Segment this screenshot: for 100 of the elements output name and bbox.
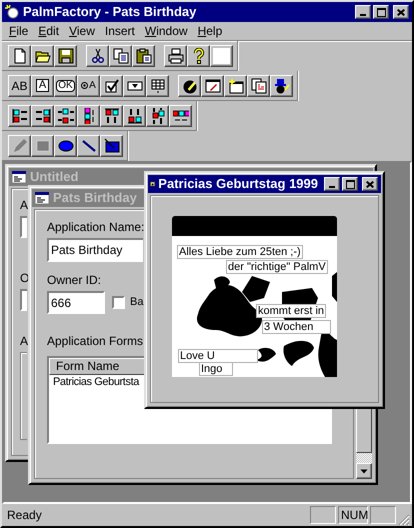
- window-icon: [4, 4, 20, 20]
- toolbar-button[interactable]: A: [31, 74, 54, 96]
- toolbar-button[interactable]: [270, 74, 293, 96]
- checkbox-label: Ba: [130, 295, 144, 310]
- input-field[interactable]: 666: [47, 291, 105, 314]
- bitmap-icon: [104, 138, 120, 154]
- maximize-icon: [346, 180, 354, 188]
- toolbar-button[interactable]: [8, 44, 31, 66]
- window-pencil-icon: [204, 78, 220, 94]
- window-title: Pats Birthday: [53, 189, 137, 208]
- close-button[interactable]: [393, 5, 409, 19]
- printer-icon: [168, 48, 184, 64]
- form-label: Love U: [178, 349, 258, 363]
- minimize-button[interactable]: [324, 177, 340, 191]
- toolbar-button[interactable]: [109, 44, 132, 66]
- new-file-icon: [12, 48, 28, 64]
- window-title: Patricias Geburtstag 1999: [158, 175, 318, 194]
- window-title: Untitled: [30, 168, 78, 186]
- pencil-disc-icon: [182, 78, 198, 94]
- field-label: Application Name:: [47, 220, 144, 234]
- toolbar-button[interactable]: [169, 104, 192, 126]
- menu-item[interactable]: Help: [192, 22, 228, 40]
- down-arrow-icon: [360, 468, 368, 474]
- form-label: kommt erst in: [256, 304, 326, 318]
- menu-item[interactable]: Insert: [100, 22, 140, 40]
- toolbar-button[interactable]: [54, 104, 77, 126]
- input-field[interactable]: [20, 216, 27, 238]
- toolbar-button[interactable]: [54, 44, 77, 66]
- toolbar-button[interactable]: [132, 44, 155, 66]
- pencil-icon: [12, 138, 28, 154]
- maximize-button[interactable]: [373, 5, 389, 19]
- toolbar-button[interactable]: [224, 74, 247, 96]
- checkbox[interactable]: [112, 296, 125, 309]
- toolbar-button[interactable]: [8, 104, 31, 126]
- toolbar-button[interactable]: [164, 44, 187, 66]
- close-button[interactable]: [362, 177, 378, 191]
- toolbar-button[interactable]: [100, 134, 123, 156]
- toolbar-button[interactable]: [146, 104, 169, 126]
- resize-grip-icon: [398, 514, 410, 526]
- maximize-button[interactable]: [342, 177, 358, 191]
- list-item[interactable]: Patricias Geburtsta: [49, 375, 139, 390]
- toolbar-button[interactable]: [187, 44, 210, 66]
- menu-item[interactable]: Window: [140, 22, 193, 40]
- toolbar-button[interactable]: [123, 74, 146, 96]
- close-icon: [366, 180, 374, 188]
- ellipse-icon: [58, 138, 74, 154]
- input-field[interactable]: [20, 289, 27, 311]
- window-star-icon: [228, 78, 244, 94]
- toolbar-button[interactable]: A: [77, 74, 100, 96]
- status-indicator: NUM: [338, 506, 368, 524]
- input-field[interactable]: Pats Birthday: [47, 238, 143, 262]
- minimize-icon: [360, 14, 366, 16]
- toolbar-button[interactable]: [146, 74, 169, 96]
- scrollbar[interactable]: [356, 409, 372, 479]
- field-label: A: [20, 335, 28, 347]
- field-label: Application Forms: [47, 334, 144, 348]
- toolbar-button[interactable]: [86, 44, 109, 66]
- toolbar-button[interactable]: [178, 74, 201, 96]
- wizard-icon: [274, 78, 290, 94]
- window-title: PalmFactory - Pats Birthday: [23, 3, 196, 22]
- scissors-icon: [90, 48, 106, 64]
- align-left-icon: [12, 108, 28, 124]
- line-icon: [80, 138, 96, 154]
- toolbar-button[interactable]: [123, 104, 146, 126]
- rectangle-icon: [34, 138, 50, 154]
- scroll-thumb[interactable]: [356, 409, 372, 453]
- menu-item[interactable]: File: [4, 22, 34, 40]
- center-icon: [58, 108, 74, 124]
- menu-item[interactable]: View: [64, 22, 100, 40]
- toolbar-button[interactable]: AB: [8, 74, 31, 96]
- align-bottom-icon: [126, 108, 142, 124]
- toolbar-button[interactable]: OK: [54, 74, 77, 96]
- clipboard-icon: [136, 48, 152, 64]
- toolbar-button[interactable]: [100, 74, 123, 96]
- toolbar-button[interactable]: [54, 134, 77, 156]
- toolbar-button[interactable]: [31, 44, 54, 66]
- toolbar-button[interactable]: [201, 74, 224, 96]
- align-right-icon: [34, 108, 50, 124]
- field-label: Owner ID:: [47, 273, 102, 287]
- form-label: 3 Wochen: [262, 320, 331, 334]
- toolbar-button[interactable]: [77, 134, 100, 156]
- status-text: Ready: [6, 507, 43, 524]
- toolbar-button[interactable]: [31, 104, 54, 126]
- toolbar-button[interactable]: [247, 74, 270, 96]
- radio-icon: [81, 82, 88, 89]
- form-label: Alles Liebe zum 25ten ;-): [177, 245, 303, 259]
- checkbox-icon: [104, 78, 120, 94]
- align-top-icon: [104, 108, 120, 124]
- close-icon: [397, 8, 405, 16]
- grid-icon: [150, 78, 166, 94]
- menu-item[interactable]: Edit: [33, 22, 64, 40]
- center-icon: [150, 108, 166, 124]
- scroll-down-button[interactable]: [356, 463, 372, 479]
- minimize-icon: [329, 186, 335, 188]
- form-label: der "richtige" PalmV: [226, 260, 328, 274]
- minimize-button[interactable]: [355, 5, 371, 19]
- toolbar-button[interactable]: [77, 104, 100, 126]
- toolbar-button[interactable]: [100, 104, 123, 126]
- color-swatch-button[interactable]: [210, 44, 233, 66]
- column-header[interactable]: Form Name: [49, 358, 144, 375]
